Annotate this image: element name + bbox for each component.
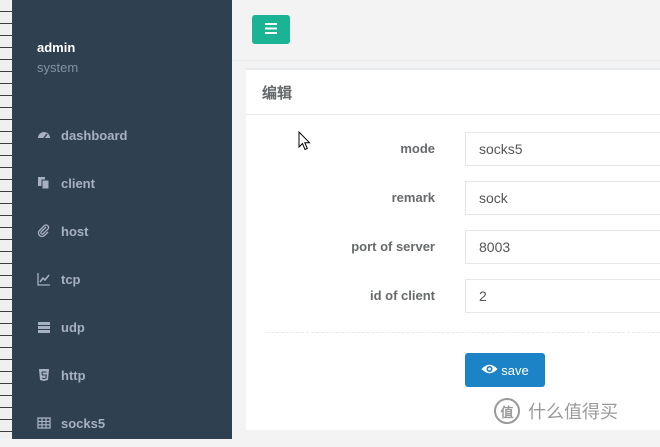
sidebar-item-udp[interactable]: udp	[12, 303, 232, 351]
eye-icon	[481, 363, 501, 378]
top-bar	[232, 0, 660, 61]
remark-input[interactable]: sock	[465, 181, 660, 215]
sidebar-nav: dashboard client host tcp udp http socks…	[12, 111, 232, 447]
watermark-text: 什么值得买	[528, 402, 618, 422]
port-label: port of server	[351, 239, 435, 254]
menu-toggle-button[interactable]	[252, 15, 290, 44]
profile-role: system	[37, 60, 79, 75]
client-id-label: id of client	[370, 288, 435, 303]
sidebar-item-http[interactable]: http	[12, 351, 232, 399]
form-row-remark: remark sock	[246, 181, 660, 215]
table-icon	[37, 416, 51, 430]
sidebar-item-tcp[interactable]: tcp	[12, 255, 232, 303]
sidebar-item-label: udp	[61, 319, 85, 335]
mode-select[interactable]: socks5	[465, 132, 660, 166]
sidebar-item-label: host	[61, 223, 89, 239]
save-button-label: save	[501, 362, 529, 378]
form-row-port: port of server 8003	[246, 230, 660, 264]
dashboard-icon	[37, 128, 51, 142]
sidebar-item-label: tcp	[61, 271, 81, 287]
sidebar-item-client[interactable]: client	[12, 159, 232, 207]
port-input[interactable]: 8003	[465, 230, 660, 264]
client-id-input[interactable]: 2	[465, 279, 660, 313]
server-icon	[37, 320, 51, 334]
mode-label: mode	[400, 141, 435, 156]
hamburger-icon	[265, 21, 277, 39]
sidebar-item-label: socks5	[61, 415, 106, 431]
panel-title: 编辑	[246, 70, 660, 115]
mouse-cursor-icon	[298, 130, 312, 156]
line-chart-icon	[37, 272, 51, 286]
form-divider	[266, 332, 660, 333]
watermark-badge: 值	[494, 398, 520, 424]
sidebar-item-dashboard[interactable]: dashboard	[12, 111, 232, 159]
edit-panel: 编辑 mode socks5 remark sock port of serve…	[246, 68, 660, 430]
watermark: 值 什么值得买	[494, 398, 618, 424]
copy-icon	[37, 176, 51, 190]
sidebar: admin system dashboard client host tcp u…	[12, 0, 232, 439]
profile-name[interactable]: admin	[37, 40, 78, 55]
sidebar-item-host[interactable]: host	[12, 207, 232, 255]
sidebar-item-socks5[interactable]: socks5	[12, 399, 232, 447]
sidebar-item-label: client	[61, 175, 95, 191]
remark-label: remark	[391, 190, 435, 205]
sidebar-item-label: http	[61, 367, 86, 383]
sidebar-item-label: dashboard	[61, 127, 128, 143]
save-button[interactable]: save	[465, 353, 545, 387]
html5-icon	[37, 368, 51, 382]
form-row-client-id: id of client 2	[246, 279, 660, 313]
profile: admin system	[37, 40, 78, 75]
paperclip-icon	[37, 224, 51, 238]
